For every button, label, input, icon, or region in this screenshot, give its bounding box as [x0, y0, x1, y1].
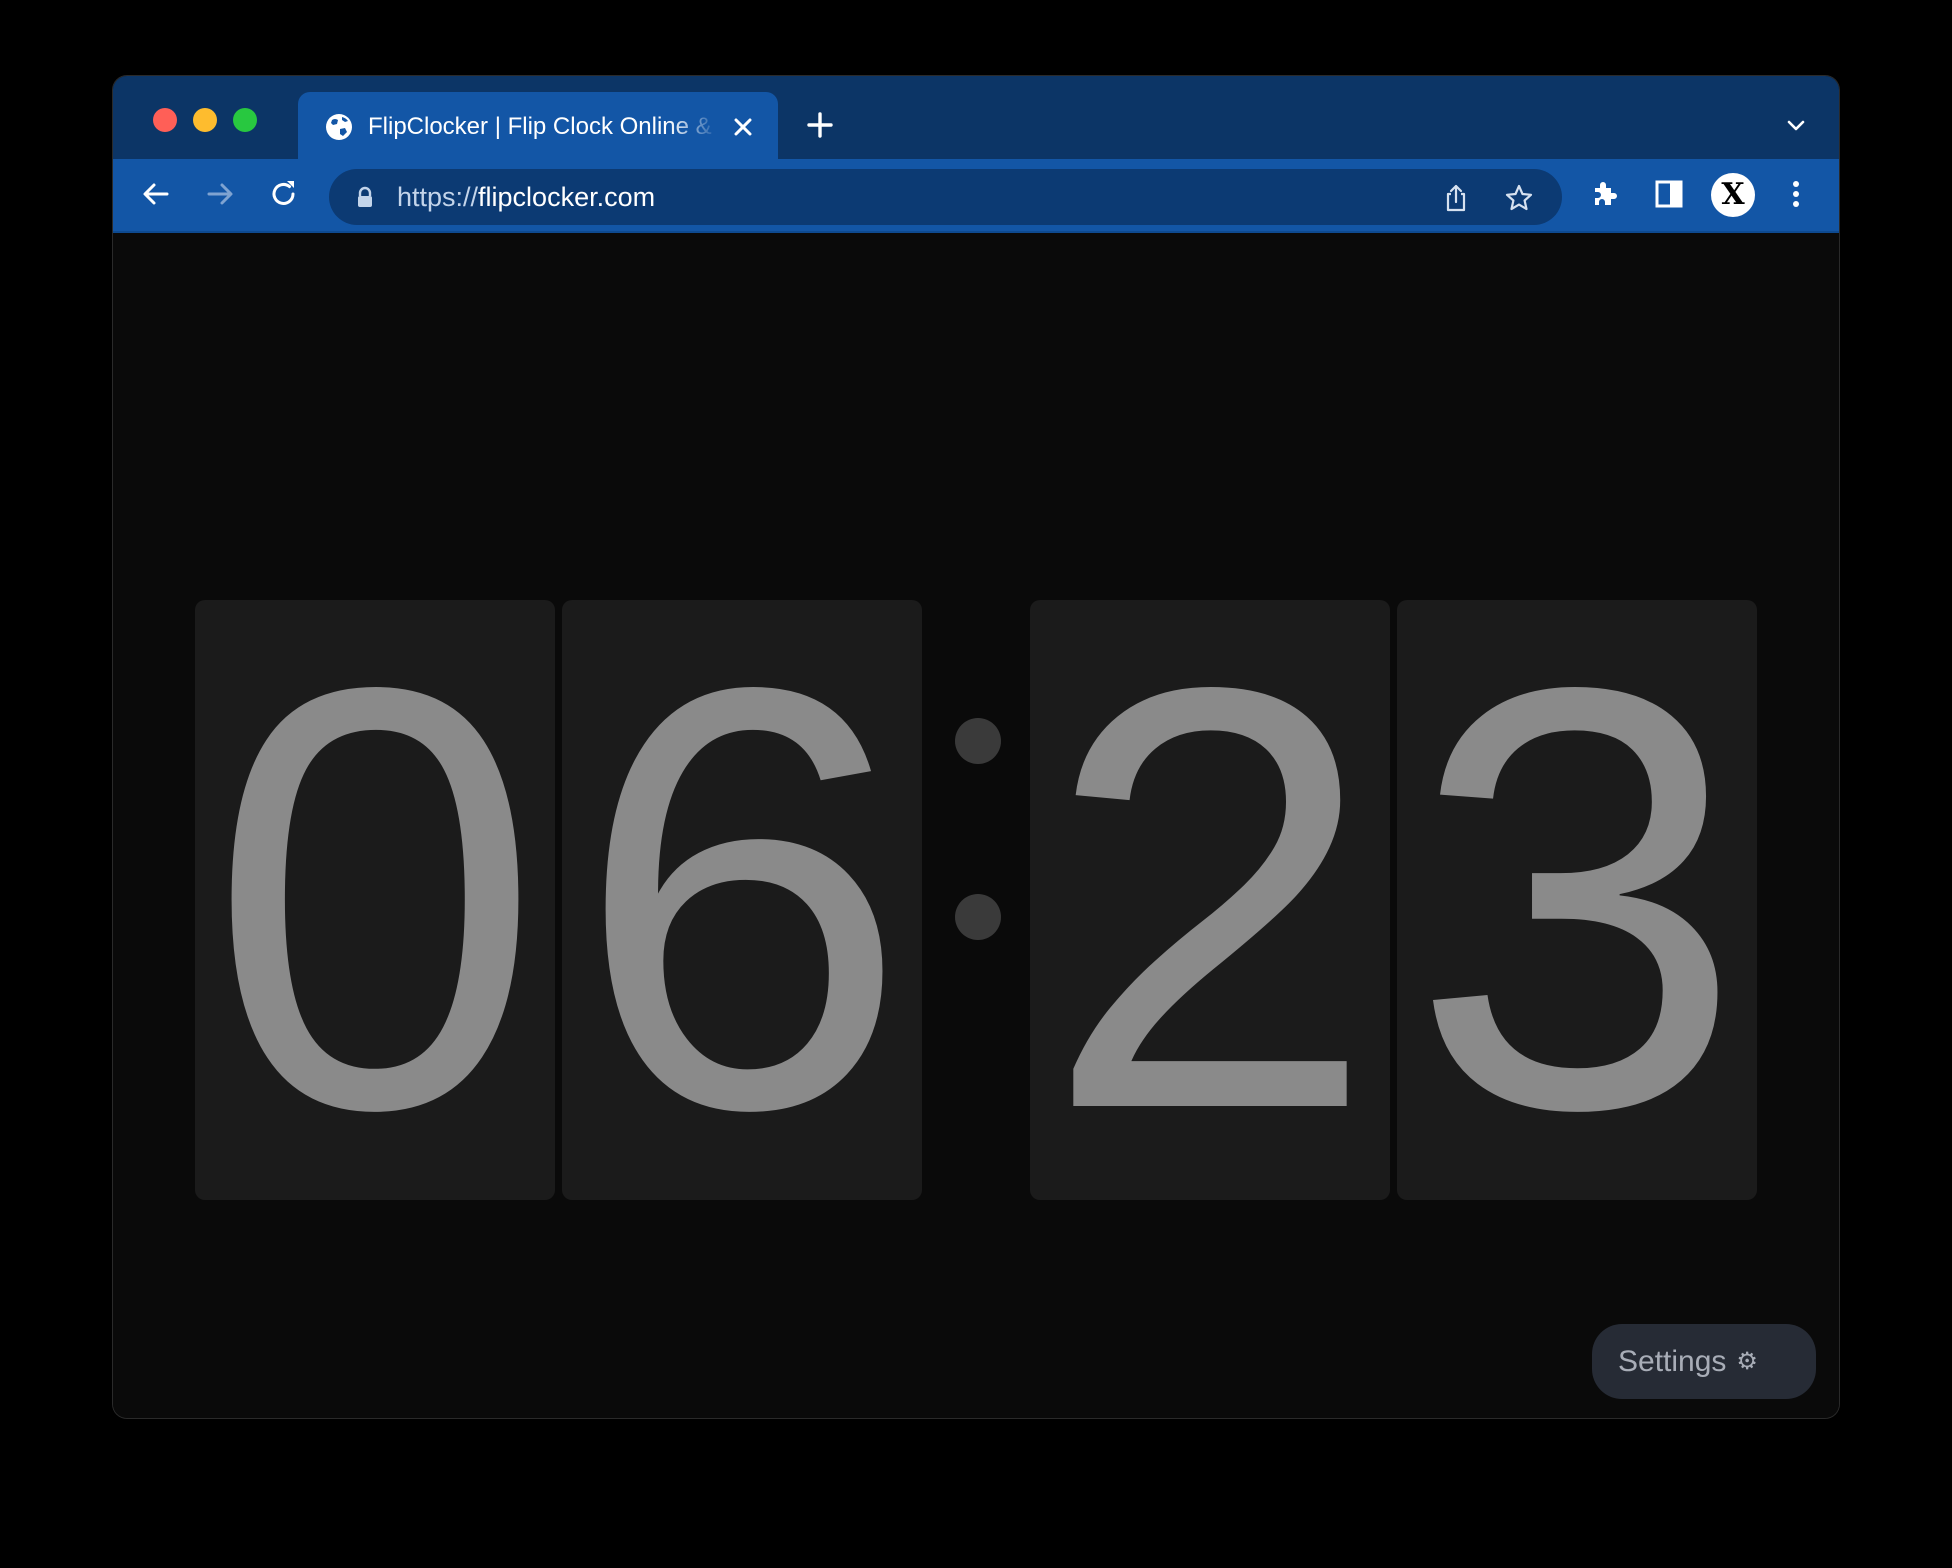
minute-tens-digit: 2 — [1043, 600, 1377, 1200]
lock-icon[interactable] — [355, 186, 375, 208]
tab-title: FlipClocker | Flip Clock Online & Timer — [368, 113, 718, 140]
hour-tens-digit: 0 — [208, 600, 542, 1200]
side-panel-icon[interactable] — [1652, 177, 1686, 211]
colon-dot-bottom — [955, 894, 1001, 940]
minute-ones-card: 3 — [1397, 600, 1757, 1200]
star-icon[interactable] — [1504, 183, 1534, 213]
address-bar[interactable]: https://flipclocker.com — [329, 169, 1562, 225]
url-scheme: https:// — [397, 182, 479, 212]
minute-tens-card: 2 — [1030, 600, 1390, 1200]
settings-button[interactable]: Settings ⚙ — [1592, 1324, 1816, 1399]
tab-strip: FlipClocker | Flip Clock Online & Timer — [113, 76, 1839, 159]
settings-label: Settings — [1618, 1345, 1727, 1378]
chevron-down-icon[interactable] — [1783, 112, 1809, 138]
minimize-window-button[interactable] — [193, 108, 217, 132]
profile-avatar[interactable]: X — [1711, 173, 1755, 217]
colon-dot-top — [955, 718, 1001, 764]
hour-ones-card: 6 — [562, 600, 922, 1200]
more-menu-icon[interactable] — [1779, 177, 1813, 211]
url-host: flipclocker.com — [478, 182, 656, 212]
hour-ones-digit: 6 — [575, 600, 909, 1200]
url-text[interactable]: https://flipclocker.com — [397, 180, 655, 214]
share-icon[interactable] — [1441, 183, 1471, 213]
tab-flipclocker[interactable]: FlipClocker | Flip Clock Online & Timer — [298, 92, 778, 159]
flip-clock-page: 0 6 2 3 Settings ⚙ — [113, 233, 1839, 1418]
minute-ones-digit: 3 — [1410, 600, 1744, 1200]
fullscreen-window-button[interactable] — [233, 108, 257, 132]
back-icon[interactable] — [139, 177, 173, 211]
browser-toolbar: https://flipclocker.com X — [113, 159, 1839, 233]
new-tab-icon[interactable] — [805, 110, 835, 140]
extensions-icon[interactable] — [1588, 177, 1622, 211]
gear-icon: ⚙ — [1736, 1348, 1758, 1375]
reload-icon[interactable] — [267, 177, 301, 211]
hour-tens-card: 0 — [195, 600, 555, 1200]
close-window-button[interactable] — [153, 108, 177, 132]
forward-icon[interactable] — [203, 177, 237, 211]
globe-icon — [326, 114, 352, 140]
browser-window: FlipClocker | Flip Clock Online & Timer — [113, 76, 1839, 1418]
close-tab-icon[interactable] — [730, 114, 756, 140]
